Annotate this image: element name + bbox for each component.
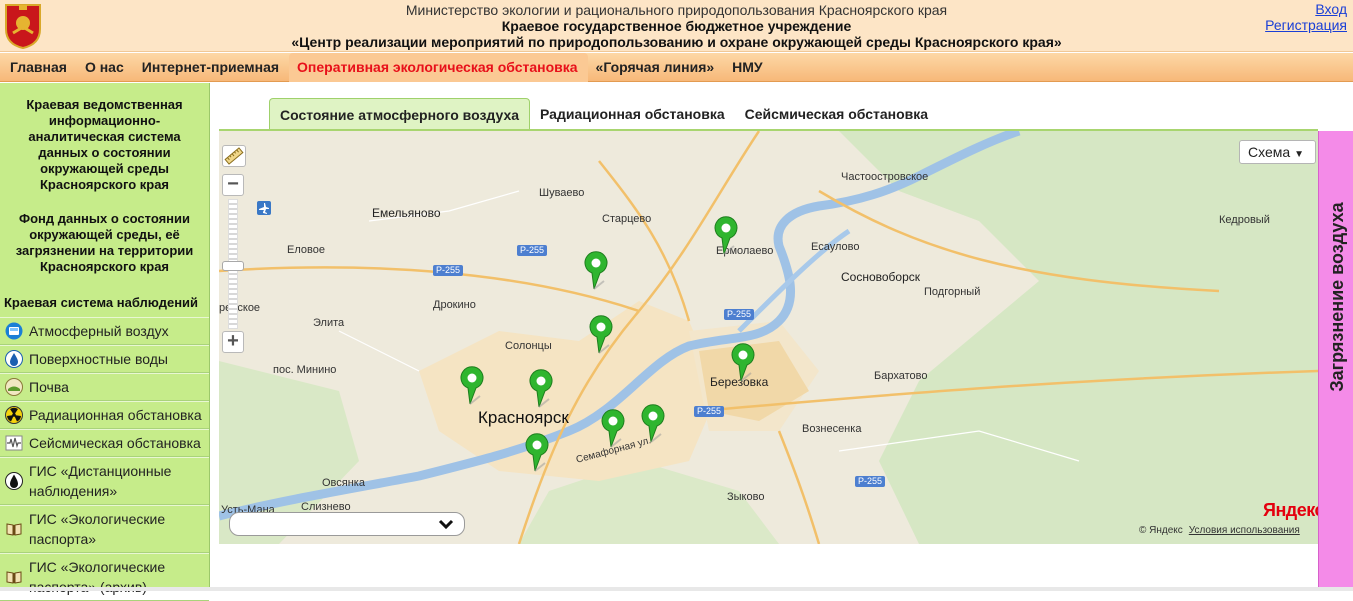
- place-solontsy: Солонцы: [505, 340, 552, 352]
- air-pollution-panel-label: Загрязнение воздуха: [1327, 202, 1347, 392]
- auth-links: Вход Регистрация: [1265, 1, 1347, 33]
- place-startsevo: Старцево: [602, 213, 652, 225]
- place-skoe: рейское: [219, 302, 261, 314]
- road-badge: Р-255: [694, 406, 725, 417]
- place-eloevoe: Еловое: [287, 244, 325, 256]
- login-link[interactable]: Вход: [1265, 1, 1347, 17]
- book-icon: [4, 568, 23, 587]
- institution-type: Краевое государственное бюджетное учрежд…: [501, 18, 852, 34]
- sidebar-item-air[interactable]: Атмосферный воздух: [0, 317, 209, 345]
- road-badge: Р-255: [855, 476, 886, 487]
- monitoring-station-pin[interactable]: [582, 251, 610, 291]
- road-badge: Р-255: [517, 245, 548, 256]
- place-zykovo: Зыково: [727, 491, 765, 503]
- road-badge: Р-255: [433, 265, 464, 276]
- sidebar-item-eco-passports[interactable]: ГИС «Экологические паспорта»: [0, 505, 209, 553]
- monitoring-station-pin[interactable]: [599, 409, 627, 449]
- place-emelyanovo: Емельяново: [372, 206, 441, 220]
- monitoring-station-pin[interactable]: [587, 315, 615, 355]
- monitoring-station-pin[interactable]: [639, 404, 667, 444]
- map-type-dropdown[interactable]: Схема ▼: [1239, 140, 1316, 164]
- place-podgorny: Подгорный: [924, 286, 981, 298]
- menu-item-about[interactable]: О нас: [77, 53, 134, 82]
- menu-item-eco-situation[interactable]: Оперативная экологическая обстановка: [289, 52, 588, 82]
- monitoring-station-pin[interactable]: [458, 366, 486, 406]
- sidebar-block-system[interactable]: Краевая ведомственная информационно-анал…: [0, 97, 209, 193]
- book-icon: [4, 520, 23, 539]
- airport-icon: [257, 201, 271, 215]
- zoom-slider-thumb[interactable]: [222, 261, 244, 271]
- caret-down-icon: ▼: [1294, 149, 1305, 160]
- place-voznesenka: Вознесенка: [802, 423, 862, 435]
- menu-item-reception[interactable]: Интернет-приемная: [134, 53, 289, 82]
- zoom-out-button[interactable]: −: [222, 174, 244, 196]
- tab-bar: Состояние атмосферного воздуха Радиацион…: [269, 98, 938, 130]
- zoom-in-button[interactable]: +: [222, 331, 244, 353]
- monitoring-station-pin[interactable]: [527, 369, 555, 409]
- sidebar-item-radiation[interactable]: Радиационная обстановка: [0, 401, 209, 429]
- oil-drop-icon: [4, 472, 23, 491]
- tab-seismic[interactable]: Сейсмическая обстановка: [735, 98, 938, 130]
- seismic-icon: [4, 434, 23, 453]
- place-esaulovo: Есаулово: [811, 241, 860, 253]
- menu-item-home[interactable]: Главная: [2, 53, 77, 82]
- map-copyright: © Яндекс Условия использования: [1139, 525, 1300, 536]
- place-ovsyanka: Овсянка: [322, 477, 365, 489]
- bottom-scroll-area: [0, 587, 1353, 591]
- ruler-icon: [224, 147, 244, 165]
- air-icon: [4, 322, 23, 341]
- tab-radiation[interactable]: Радиационная обстановка: [530, 98, 735, 130]
- terms-link[interactable]: Условия использования: [1189, 525, 1300, 536]
- monitoring-station-pin[interactable]: [712, 216, 740, 256]
- chevron-down-icon: [438, 517, 454, 535]
- main-menu: Главная О нас Интернет-приемная Оператив…: [0, 52, 1353, 82]
- sidebar-list: Атмосферный воздух Поверхностные воды По…: [0, 317, 209, 601]
- place-sosnovoborsk: Сосновоборск: [841, 270, 921, 284]
- station-select-dropdown[interactable]: [229, 512, 465, 536]
- place-kedrovy: Кедровый: [1219, 214, 1270, 226]
- place-elita: Элита: [313, 317, 345, 329]
- water-drop-icon: [4, 350, 23, 369]
- tab-air-state[interactable]: Состояние атмосферного воздуха: [269, 98, 531, 130]
- map-base: [219, 131, 1318, 544]
- place-minino: пос. Минино: [273, 364, 337, 376]
- sidebar-item-water[interactable]: Поверхностные воды: [0, 345, 209, 373]
- register-link[interactable]: Регистрация: [1265, 17, 1347, 33]
- sidebar-item-soil[interactable]: Почва: [0, 373, 209, 401]
- sidebar-section-title: Краевая система наблюдений: [4, 295, 199, 310]
- place-barkhatovo: Бархатово: [874, 370, 928, 382]
- place-shuvaevo: Шуваево: [539, 187, 585, 199]
- air-pollution-panel-toggle[interactable]: Загрязнение воздуха: [1318, 131, 1353, 591]
- menu-item-nmu[interactable]: НМУ: [724, 53, 772, 82]
- radiation-icon: [4, 406, 23, 425]
- place-drokino: Дрокино: [433, 299, 476, 311]
- institution-name: «Центр реализации мероприятий по природо…: [291, 34, 1062, 50]
- place-krasnoyarsk: Красноярск: [478, 408, 569, 427]
- place-chastoostrovskoe: Частоостровское: [841, 171, 929, 183]
- ruler-button[interactable]: [222, 145, 246, 167]
- header-titles: Министерство экологии и рационального пр…: [0, 2, 1353, 50]
- sidebar-item-seismic[interactable]: Сейсмическая обстановка: [0, 429, 209, 457]
- sidebar-item-eco-passports-archive[interactable]: ГИС «Экологические паспорта» (архив): [0, 553, 209, 601]
- site-header: Министерство экологии и рационального пр…: [0, 0, 1353, 52]
- sidebar: Краевая ведомственная информационно-анал…: [0, 83, 210, 601]
- monitoring-station-pin[interactable]: [523, 433, 551, 473]
- soil-icon: [4, 378, 23, 397]
- road-badge: Р-255: [724, 309, 755, 320]
- menu-item-hotline[interactable]: «Горячая линия»: [588, 53, 725, 82]
- ministry-title: Министерство экологии и рационального пр…: [405, 2, 948, 18]
- sidebar-block-fund[interactable]: Фонд данных о состоянии окружающей среды…: [0, 211, 209, 275]
- sidebar-item-remote-gis[interactable]: ГИС «Дистанционные наблюдения»: [0, 457, 209, 505]
- yandex-logo[interactable]: Яндекс: [1263, 500, 1318, 521]
- monitoring-station-pin[interactable]: [729, 343, 757, 383]
- map-view[interactable]: Емельяново Шуваево Старцево Частоостровс…: [219, 131, 1318, 544]
